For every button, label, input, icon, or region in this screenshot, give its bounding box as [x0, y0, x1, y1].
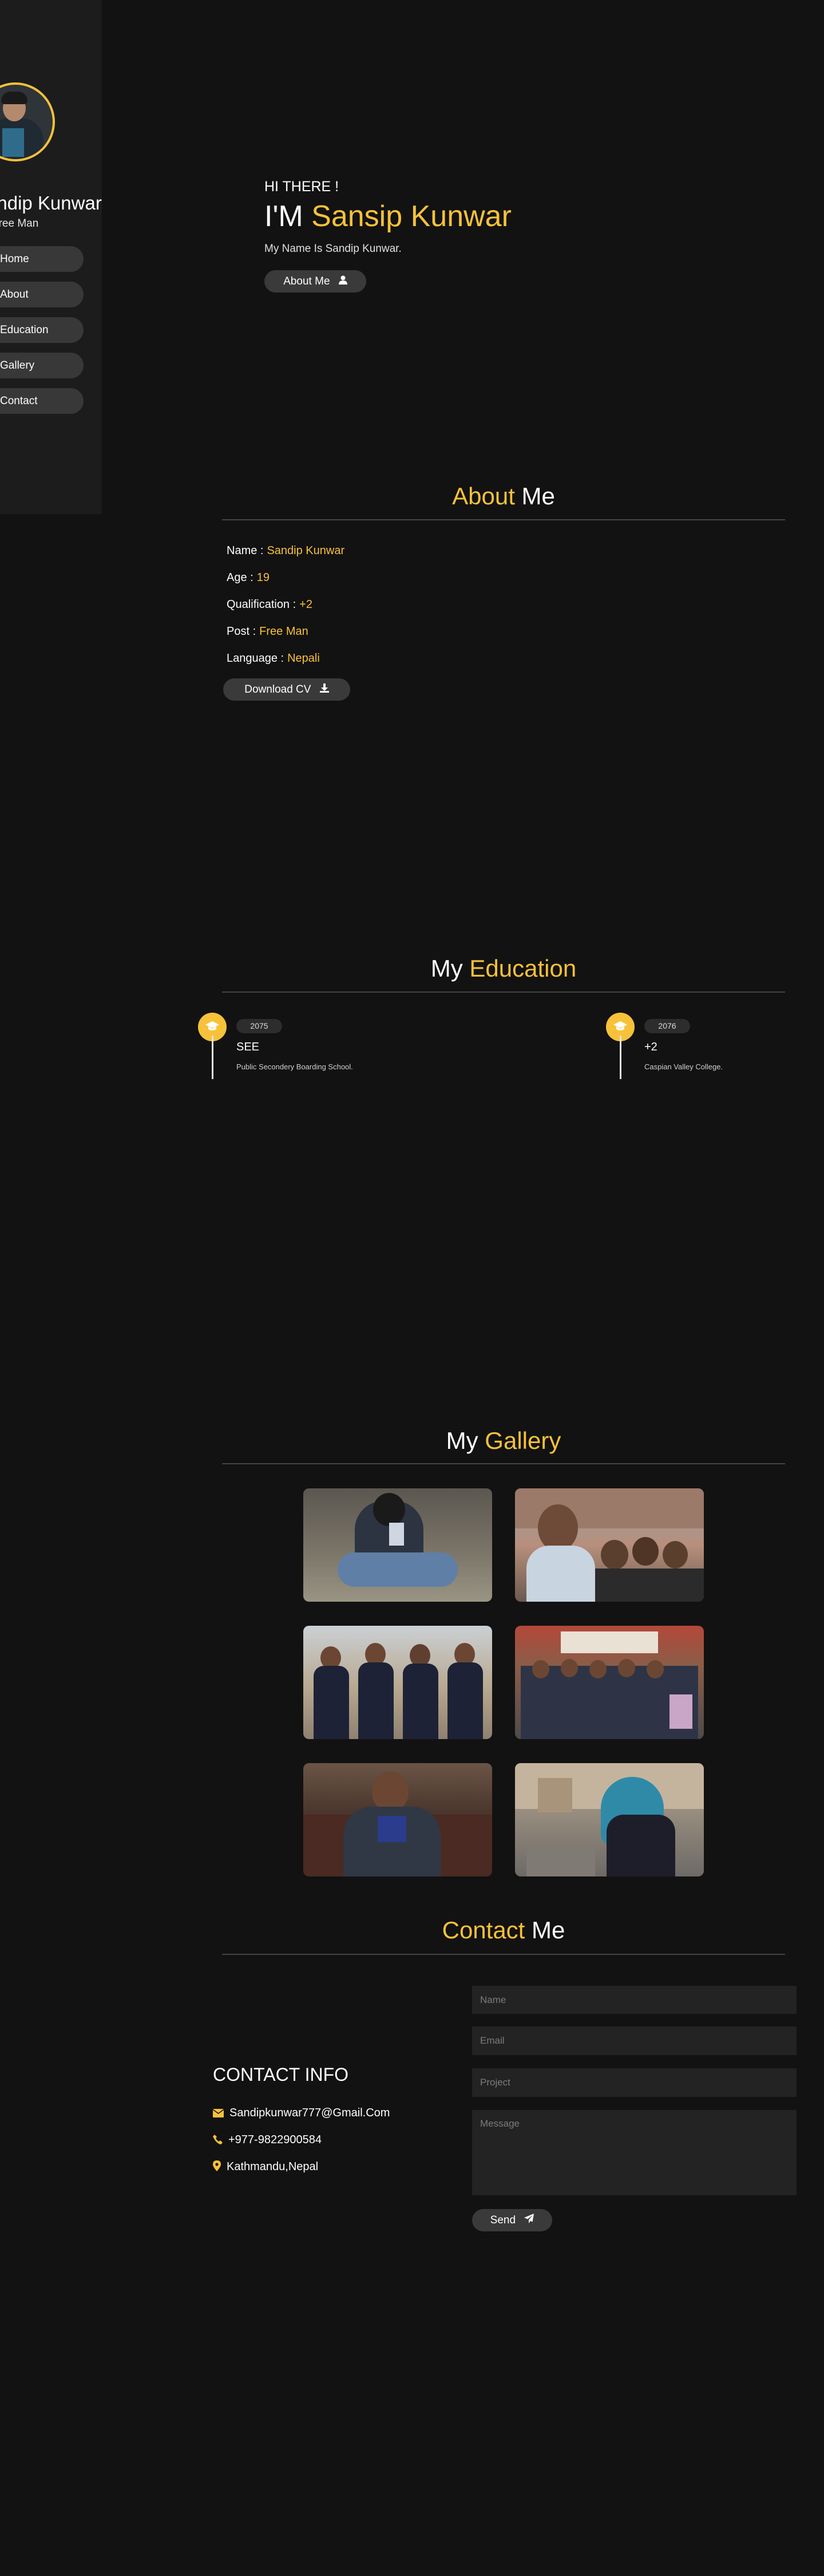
about-divider	[222, 519, 785, 520]
sidebar-item-education[interactable]: Education	[0, 317, 84, 343]
gallery-photo-5[interactable]	[303, 1763, 492, 1876]
about-section-title: About Me	[222, 483, 785, 510]
gallery-photo-6[interactable]	[515, 1763, 704, 1876]
about-me-button-label: About Me	[283, 275, 330, 287]
paper-plane-icon	[524, 2209, 534, 2231]
about-value-language: Nepali	[287, 652, 320, 665]
sidebar-item-contact[interactable]: Contact	[0, 388, 84, 414]
gallery-divider	[222, 1463, 785, 1464]
education-title-rest: My	[430, 955, 470, 982]
graduation-cap-icon	[205, 1021, 219, 1030]
avatar-shirt-shape	[2, 128, 24, 157]
education-item-2-name: +2	[644, 1041, 657, 1053]
about-row-qualification: Qualification : +2	[227, 598, 312, 611]
contact-info-title: CONTACT INFO	[213, 2064, 349, 2085]
phone-icon	[213, 2135, 223, 2144]
contact-location-row: Kathmandu,Nepal	[213, 2160, 318, 2174]
avatar	[0, 82, 55, 161]
education-title-accent: Education	[469, 955, 577, 982]
contact-divider	[222, 1954, 785, 1955]
hero-greeting: HI THERE !	[264, 179, 339, 195]
about-value-qualification: +2	[299, 598, 312, 611]
gallery-photo-4[interactable]	[515, 1626, 704, 1739]
education-item-2-place: Caspian Valley College.	[644, 1062, 723, 1071]
contact-email: Sandipkunwar777@Gmail.Com	[229, 2107, 390, 2119]
about-title-rest: Me	[514, 483, 555, 509]
about-row-age: Age :19	[227, 571, 270, 584]
gallery-title-accent: Gallery	[485, 1427, 561, 1454]
education-item-1-name: SEE	[236, 1041, 260, 1053]
gallery-photo-1[interactable]	[303, 1488, 492, 1602]
avatar-hair-shape	[1, 92, 27, 104]
download-cv-label: Download CV	[244, 683, 311, 696]
sidebar-item-about[interactable]: About	[0, 282, 84, 307]
send-button-label: Send	[490, 2214, 516, 2226]
education-item-2-line	[620, 1036, 621, 1079]
sidebar-item-home[interactable]: Home	[0, 246, 84, 272]
download-cv-button[interactable]: Download CV	[223, 678, 350, 701]
education-divider	[222, 991, 785, 993]
message-input[interactable]	[472, 2110, 797, 2195]
name-input[interactable]	[472, 1986, 797, 2014]
contact-phone: +977-9822900584	[228, 2134, 322, 2146]
hero-title-name: Sansip Kunwar	[311, 200, 512, 233]
contact-section-title: Contact Me	[222, 1917, 785, 1944]
map-marker-icon	[213, 2160, 221, 2171]
education-section-title: My Education	[222, 955, 785, 982]
about-row-post: Post : Free Man	[227, 625, 308, 638]
about-row-name: Name : Sandip Kunwar	[227, 544, 344, 558]
email-input[interactable]	[472, 2026, 797, 2055]
sidebar-role: Free Man	[0, 218, 39, 230]
contact-location: Kathmandu,Nepal	[227, 2160, 319, 2173]
education-item-2-year: 2076	[644, 1019, 690, 1033]
download-icon	[319, 678, 329, 701]
hero-subtitle: My Name Is Sandip Kunwar.	[264, 243, 402, 255]
envelope-icon	[212, 2109, 224, 2117]
about-label-post: Post :	[227, 625, 256, 638]
gallery-photo-2[interactable]	[515, 1488, 704, 1602]
about-title-accent: About	[452, 483, 515, 509]
about-label-language: Language :	[227, 652, 284, 665]
gallery-section-title: My Gallery	[222, 1427, 785, 1455]
education-item-1-year: 2075	[236, 1019, 282, 1033]
about-label-qualification: Qualification :	[227, 598, 296, 611]
contact-title-rest: Me	[525, 1917, 565, 1943]
about-value-age: 19	[256, 571, 270, 584]
user-icon	[338, 270, 347, 293]
sidebar-nav: Home About Education Gallery Contact	[0, 246, 84, 424]
sidebar-item-gallery[interactable]: Gallery	[0, 353, 84, 378]
about-label-age: Age :	[227, 571, 253, 584]
contact-phone-row: +977-9822900584	[213, 2134, 322, 2147]
education-item-1-line	[212, 1036, 213, 1079]
about-row-language: Language : Nepali	[227, 652, 320, 665]
contact-email-row: Sandipkunwar777@Gmail.Com	[212, 2107, 390, 2120]
about-me-button[interactable]: About Me	[264, 270, 366, 293]
contact-title-accent: Contact	[442, 1917, 525, 1943]
send-button[interactable]: Send	[472, 2209, 552, 2231]
sidebar-name: Sandip Kunwar	[0, 192, 102, 214]
hero-title: I'M Sansip Kunwar	[264, 199, 512, 234]
graduation-cap-icon	[613, 1021, 627, 1030]
hero-title-prefix: I'M	[264, 200, 312, 233]
education-item-1-place: Public Secondery Boarding School.	[236, 1062, 353, 1071]
gallery-title-rest: My	[446, 1427, 485, 1454]
about-label-name: Name :	[227, 544, 264, 557]
about-value-name: Sandip Kunwar	[267, 544, 345, 557]
sidebar: Sandip Kunwar Free Man Home About Educat…	[0, 0, 102, 514]
gallery-photo-3[interactable]	[303, 1626, 492, 1739]
about-value-post: Free Man	[259, 625, 308, 638]
project-input[interactable]	[472, 2068, 797, 2097]
